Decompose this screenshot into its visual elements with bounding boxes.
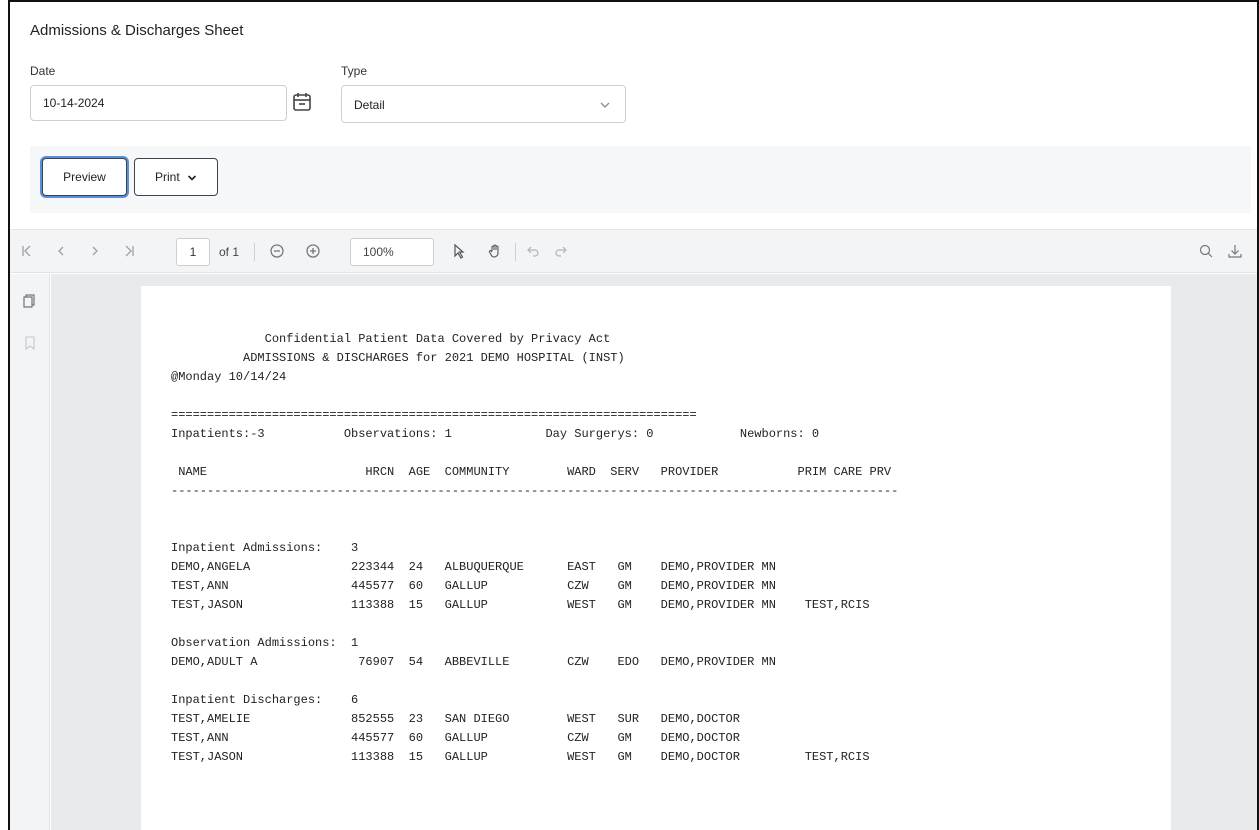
report-text: Confidential Patient Data Covered by Pri… <box>171 330 898 767</box>
report-line: Inpatients:-3 Observations: 1 Day Surger… <box>171 427 820 441</box>
report-line <box>171 615 898 634</box>
first-page-icon[interactable] <box>18 242 36 260</box>
date-field[interactable] <box>30 85 287 121</box>
hand-icon[interactable] <box>486 242 504 260</box>
type-select-value: Detail <box>354 98 385 112</box>
report-line: ADMISSIONS & DISCHARGES for 2021 DEMO HO… <box>171 351 625 365</box>
document-viewer: Confidential Patient Data Covered by Pri… <box>51 274 1257 830</box>
report-line: @Monday 10/14/24 <box>171 370 287 384</box>
undo-icon[interactable] <box>524 242 542 260</box>
report-page: Confidential Patient Data Covered by Pri… <box>141 286 1171 830</box>
chevron-down-icon <box>187 175 197 181</box>
zoom-in-icon[interactable] <box>304 242 322 260</box>
report-line: Inpatient Discharges: 6 <box>171 693 359 707</box>
report-line <box>171 444 898 463</box>
report-line <box>171 387 898 406</box>
chevron-down-icon <box>600 102 610 108</box>
next-page-icon[interactable] <box>86 242 104 260</box>
date-label: Date <box>30 64 56 78</box>
search-icon[interactable] <box>1197 242 1215 260</box>
action-bar: Preview Print <box>30 146 1251 213</box>
download-icon[interactable] <box>1226 242 1244 260</box>
report-line: TEST,ANN 445577 60 GALLUP CZW GM DEMO,DO… <box>171 731 740 745</box>
viewer-side-rail <box>10 274 50 830</box>
page-title: Admissions & Discharges Sheet <box>30 22 244 39</box>
report-line: ========================================… <box>171 408 697 422</box>
calendar-icon[interactable] <box>291 91 313 113</box>
report-line: DEMO,ADULT A 76907 54 ABBEVILLE CZW EDO … <box>171 655 776 669</box>
redo-icon[interactable] <box>552 242 570 260</box>
report-line: DEMO,ANGELA 223344 24 ALBUQUERQUE EAST G… <box>171 560 776 574</box>
last-page-icon[interactable] <box>120 242 138 260</box>
preview-button[interactable]: Preview <box>42 158 127 196</box>
page-number-input[interactable] <box>176 238 210 266</box>
app-window: Admissions & Discharges Sheet Date Type … <box>8 0 1259 830</box>
pointer-icon[interactable] <box>450 242 468 260</box>
page-count-label: of 1 <box>219 245 240 259</box>
toolbar-divider <box>515 243 516 261</box>
print-button[interactable]: Print <box>134 158 218 196</box>
report-line: Confidential Patient Data Covered by Pri… <box>171 332 611 346</box>
viewer-toolbar: of 1 <box>10 229 1257 273</box>
prev-page-icon[interactable] <box>52 242 70 260</box>
report-line: Observation Admissions: 1 <box>171 636 359 650</box>
thumbnails-icon[interactable] <box>21 292 39 310</box>
report-line: TEST,JASON 113388 15 GALLUP WEST GM DEMO… <box>171 598 870 612</box>
report-line: TEST,ANN 445577 60 GALLUP CZW GM DEMO,PR… <box>171 579 776 593</box>
report-line: ----------------------------------------… <box>171 484 899 498</box>
report-line: Inpatient Admissions: 3 <box>171 541 359 555</box>
report-line: TEST,JASON 113388 15 GALLUP WEST GM DEMO… <box>171 750 870 764</box>
report-line <box>171 520 898 539</box>
zoom-out-icon[interactable] <box>268 242 286 260</box>
report-line <box>171 501 898 520</box>
type-label: Type <box>341 64 368 78</box>
bookmark-icon[interactable] <box>21 334 39 352</box>
zoom-level-input[interactable] <box>350 238 434 266</box>
report-line: NAME HRCN AGE COMMUNITY WARD SERV PROVID… <box>171 465 892 479</box>
type-select[interactable]: Detail <box>341 85 626 123</box>
report-line <box>171 672 898 691</box>
toolbar-divider <box>254 243 255 261</box>
report-line: TEST,AMELIE 852555 23 SAN DIEGO WEST SUR… <box>171 712 740 726</box>
print-button-label: Print <box>154 170 180 184</box>
